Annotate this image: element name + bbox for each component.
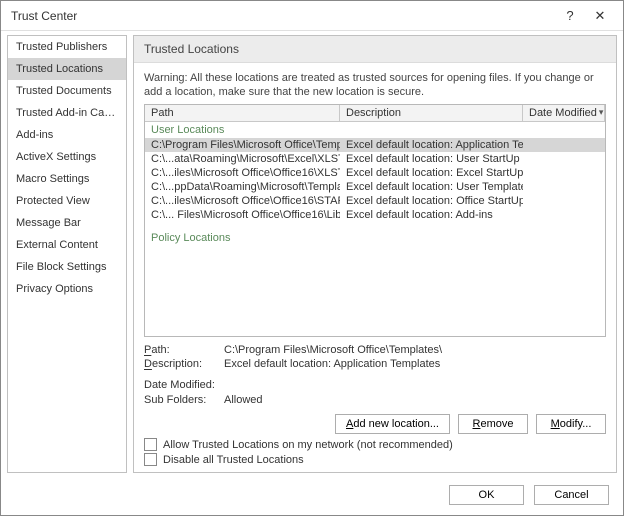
chevron-down-icon: ▾ <box>599 107 604 118</box>
cell-desc: Excel default location: User StartUp <box>340 152 523 166</box>
sidebar: Trusted PublishersTrusted LocationsTrust… <box>7 35 127 473</box>
details-subfolders-label: Sub Folders: <box>144 393 224 408</box>
section-header: Trusted Locations <box>134 36 616 63</box>
details-desc-label: Description: <box>144 357 224 372</box>
sidebar-item[interactable]: Privacy Options <box>8 278 126 300</box>
cell-path: C:\...ppData\Roaming\Microsoft\Templates… <box>145 180 340 194</box>
sidebar-item[interactable]: Add-ins <box>8 124 126 146</box>
col-date-modified[interactable]: Date Modified ▾ <box>523 105 605 121</box>
dialog-footer: OK Cancel <box>1 477 623 515</box>
checkbox-icon <box>144 453 157 466</box>
grid-header: Path Description Date Modified ▾ <box>145 105 605 122</box>
add-location-button[interactable]: Add new location... <box>335 414 450 434</box>
sidebar-item[interactable]: Message Bar <box>8 212 126 234</box>
cell-date <box>523 208 605 222</box>
sidebar-item[interactable]: Protected View <box>8 190 126 212</box>
cell-date <box>523 180 605 194</box>
close-button[interactable]: ✕ <box>585 2 615 30</box>
ok-button[interactable]: OK <box>449 485 524 505</box>
cell-desc: Excel default location: Office StartUp <box>340 194 523 208</box>
sidebar-item[interactable]: External Content <box>8 234 126 256</box>
table-row[interactable]: C:\...iles\Microsoft Office\Office16\STA… <box>145 194 605 208</box>
table-row[interactable]: C:\... Files\Microsoft Office\Office16\L… <box>145 208 605 222</box>
col-path[interactable]: Path <box>145 105 340 121</box>
group-label: Policy Locations <box>145 230 605 246</box>
details-path-value: C:\Program Files\Microsoft Office\Templa… <box>224 343 442 358</box>
table-row[interactable]: C:\...iles\Microsoft Office\Office16\XLS… <box>145 166 605 180</box>
sidebar-item[interactable]: File Block Settings <box>8 256 126 278</box>
allow-network-check[interactable]: Allow Trusted Locations on my network (n… <box>144 438 606 451</box>
warning-text: Warning: All these locations are treated… <box>144 71 606 100</box>
cell-date <box>523 194 605 208</box>
cell-path: C:\...ata\Roaming\Microsoft\Excel\XLSTAR… <box>145 152 340 166</box>
sidebar-item[interactable]: Macro Settings <box>8 168 126 190</box>
sidebar-item[interactable]: Trusted Publishers <box>8 36 126 58</box>
cell-path: C:\...iles\Microsoft Office\Office16\STA… <box>145 194 340 208</box>
sidebar-item[interactable]: Trusted Documents <box>8 80 126 102</box>
details-date-label: Date Modified: <box>144 378 224 393</box>
trust-center-dialog: Trust Center ? ✕ Trusted PublishersTrust… <box>0 0 624 516</box>
table-row[interactable]: C:\Program Files\Microsoft Office\Templa… <box>145 138 605 152</box>
cell-date <box>523 152 605 166</box>
right-pane: Trusted Locations Warning: All these loc… <box>133 35 617 473</box>
remove-button[interactable]: Remove <box>458 414 528 434</box>
col-description[interactable]: Description <box>340 105 523 121</box>
cell-desc: Excel default location: Add-ins <box>340 208 523 222</box>
help-button[interactable]: ? <box>555 2 585 30</box>
details-desc-value: Excel default location: Application Temp… <box>224 357 440 372</box>
sidebar-item[interactable]: ActiveX Settings <box>8 146 126 168</box>
details-path-label: Path: <box>144 343 224 358</box>
disable-all-check[interactable]: Disable all Trusted Locations <box>144 453 606 466</box>
cell-desc: Excel default location: Excel StartUp <box>340 166 523 180</box>
location-buttons: Add new location... Remove Modify... <box>144 414 606 434</box>
locations-grid: Path Description Date Modified ▾ User Lo… <box>144 104 606 337</box>
options-checks: Allow Trusted Locations on my network (n… <box>144 438 606 466</box>
cancel-button[interactable]: Cancel <box>534 485 609 505</box>
sidebar-item[interactable]: Trusted Locations <box>8 58 126 80</box>
table-row[interactable]: C:\...ata\Roaming\Microsoft\Excel\XLSTAR… <box>145 152 605 166</box>
cell-desc: Excel default location: User Templates <box>340 180 523 194</box>
grid-body[interactable]: User LocationsC:\Program Files\Microsoft… <box>145 122 605 336</box>
sidebar-item[interactable]: Trusted Add-in Catalogs <box>8 102 126 124</box>
window-title: Trust Center <box>11 9 555 23</box>
group-label: User Locations <box>145 122 605 138</box>
details-panel: Path: C:\Program Files\Microsoft Office\… <box>144 343 606 408</box>
cell-date <box>523 138 605 152</box>
modify-button[interactable]: Modify... <box>536 414 606 434</box>
cell-path: C:\Program Files\Microsoft Office\Templa… <box>145 138 340 152</box>
details-subfolders-value: Allowed <box>224 393 263 408</box>
cell-path: C:\...iles\Microsoft Office\Office16\XLS… <box>145 166 340 180</box>
table-row[interactable]: C:\...ppData\Roaming\Microsoft\Templates… <box>145 180 605 194</box>
checkbox-icon <box>144 438 157 451</box>
cell-path: C:\... Files\Microsoft Office\Office16\L… <box>145 208 340 222</box>
cell-desc: Excel default location: Application Temp… <box>340 138 523 152</box>
titlebar: Trust Center ? ✕ <box>1 1 623 31</box>
cell-date <box>523 166 605 180</box>
